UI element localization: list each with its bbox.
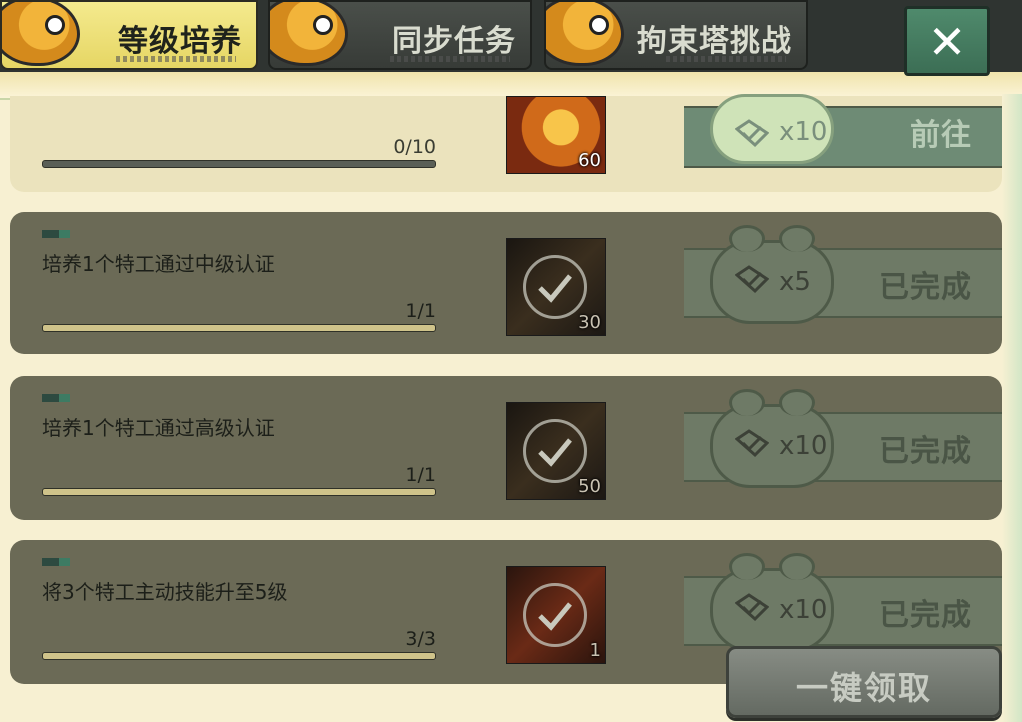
task-row: 培养1个特工通过高级认证 1/1 50 x10 已完成 bbox=[10, 376, 1002, 520]
task-title: 培养1个特工通过中级认证 bbox=[42, 252, 275, 276]
tab-sync-tasks[interactable]: 同步任务 bbox=[268, 0, 532, 70]
tab-decoration bbox=[116, 56, 236, 62]
chip-quantity: x5 bbox=[779, 267, 811, 297]
progress-bar bbox=[42, 160, 436, 168]
check-icon bbox=[523, 255, 587, 319]
completed-button: x5 已完成 bbox=[684, 225, 1002, 324]
tab-restraint-tower[interactable]: 拘束塔挑战 bbox=[544, 0, 808, 70]
reward-chip: x10 bbox=[710, 553, 834, 652]
progress-bar bbox=[42, 324, 436, 332]
reward-quantity: 50 bbox=[578, 476, 601, 497]
tab-label: 同步任务 bbox=[392, 24, 516, 59]
ticket-icon bbox=[735, 429, 769, 458]
tab-decoration bbox=[666, 56, 786, 62]
ticket-icon bbox=[735, 265, 769, 294]
task-title: 将3个特工主动技能升至5级 bbox=[42, 580, 288, 604]
claim-all-button[interactable]: 一键领取 bbox=[726, 646, 1002, 718]
tab-label: 等级培养 bbox=[118, 24, 242, 59]
reward-quantity: 1 bbox=[589, 640, 601, 661]
reward-chip: x5 bbox=[710, 225, 834, 324]
completed-button: x10 已完成 bbox=[684, 389, 1002, 488]
tab-level-training[interactable]: 等级培养 bbox=[0, 0, 258, 70]
progress-count: 0/10 bbox=[393, 136, 436, 158]
completed-button: x10 已完成 bbox=[684, 553, 1002, 652]
progress-bar bbox=[42, 652, 436, 660]
ticket-icon bbox=[735, 119, 769, 148]
reward-item[interactable]: 1 bbox=[506, 566, 606, 664]
chip-quantity: x10 bbox=[779, 431, 828, 461]
chip-quantity: x10 bbox=[779, 117, 828, 147]
go-button[interactable]: x10 前往 bbox=[684, 94, 1002, 168]
tab-bar: 等级培养 同步任务 拘束塔挑战 bbox=[0, 0, 1022, 72]
progress-bar bbox=[42, 488, 436, 496]
reward-quantity: 60 bbox=[578, 150, 601, 171]
fish-mascot-icon bbox=[2, 2, 80, 66]
claim-all-label: 一键领取 bbox=[795, 669, 932, 707]
tab-decoration bbox=[390, 56, 510, 62]
chip-quantity: x10 bbox=[779, 595, 828, 625]
action-label: 已完成 bbox=[879, 434, 972, 469]
close-icon: ✕ bbox=[927, 15, 967, 69]
task-row: 0/10 60 x10 前往 bbox=[10, 94, 1002, 192]
ticket-icon bbox=[735, 593, 769, 622]
task-title: 培养1个特工通过高级认证 bbox=[42, 416, 275, 440]
reward-item[interactable]: 30 bbox=[506, 238, 606, 336]
reward-item[interactable]: 60 bbox=[506, 96, 606, 174]
progress-count: 1/1 bbox=[405, 300, 436, 322]
task-tag bbox=[42, 394, 70, 402]
fish-mascot-icon bbox=[270, 2, 348, 66]
action-label: 前往 bbox=[910, 118, 972, 153]
check-icon bbox=[523, 583, 587, 647]
panel-border bbox=[1002, 94, 1022, 722]
reward-chip: x10 bbox=[710, 389, 834, 488]
task-tag bbox=[42, 230, 70, 238]
task-row: 培养1个特工通过中级认证 1/1 30 x5 已完成 bbox=[10, 212, 1002, 354]
task-tag bbox=[42, 558, 70, 566]
progress-count: 3/3 bbox=[405, 628, 436, 650]
tab-label: 拘束塔挑战 bbox=[637, 24, 792, 59]
reward-quantity: 30 bbox=[578, 312, 601, 333]
action-label: 已完成 bbox=[879, 270, 972, 305]
fish-mascot-icon bbox=[546, 2, 624, 66]
action-label: 已完成 bbox=[879, 598, 972, 633]
reward-item[interactable]: 50 bbox=[506, 402, 606, 500]
close-button[interactable]: ✕ bbox=[904, 6, 990, 76]
progress-count: 1/1 bbox=[405, 464, 436, 486]
check-icon bbox=[523, 419, 587, 483]
reward-chip: x10 bbox=[710, 94, 834, 164]
